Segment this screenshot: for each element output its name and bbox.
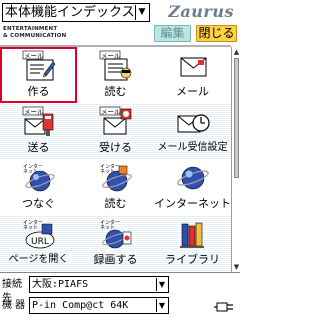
device-row: 機 器 P-in Comp@ct 64K ▼ [2, 297, 238, 315]
internet-globe-icon [176, 166, 209, 190]
internet-cell[interactable]: インターネット [154, 159, 231, 215]
function-grid: メール 作る メール 読む メール メール 送る メール 受ける メール受信設定… [0, 47, 231, 272]
cell-label: 読む [104, 197, 127, 210]
mail-send-cell[interactable]: メール 送る [0, 103, 77, 159]
mail-read-icon: メール [99, 50, 131, 81]
internet-open-url-icon: インター ネット URL [23, 219, 54, 249]
cell-label: メール [176, 85, 209, 98]
connection-select-value: 大阪:PIAFS [32, 279, 89, 290]
svg-text:メール: メール [101, 108, 121, 116]
mail-receive-settings-icon [177, 114, 210, 133]
connection-select[interactable]: 大阪:PIAFS ▼ [29, 276, 169, 293]
cell-label: ページを開く [8, 254, 69, 265]
internet-read-cell[interactable]: インター ネット 読む [77, 159, 154, 215]
cell-label: 送る [27, 141, 50, 154]
library-cell[interactable]: ライブラリ [154, 215, 231, 271]
cell-label: 作る [27, 85, 50, 98]
internet-open-url-cell[interactable]: インター ネット URL ページを開く [0, 215, 77, 271]
internet-connect-cell[interactable]: インター ネット つなぐ [0, 159, 77, 215]
grid-row: インター ネット URL ページを開く インター ネット 録画する ライブラリ [0, 215, 231, 271]
cell-label: メール受信設定 [157, 142, 228, 153]
svg-text:メール: メール [24, 52, 44, 60]
svg-text:URL: URL [31, 237, 49, 247]
mail-send-icon: メール [22, 106, 53, 136]
tagline-line-2: & COMMUNICATION [3, 33, 67, 39]
mail-envelope-icon [180, 57, 206, 77]
grid-row: インター ネット つなぐ インター ネット 読む インターネット [0, 159, 231, 215]
brand-tagline: ENTERTAINMENT & COMMUNICATION [3, 26, 66, 40]
grid-row: メール 送る メール 受ける メール受信設定 [0, 103, 231, 159]
cell-label: インターネット [154, 197, 231, 210]
footer: 接続先 大阪:PIAFS ▼ 機 器 P-in Comp@ct 64K ▼ [0, 272, 240, 320]
connection-row: 接続先 大阪:PIAFS ▼ [2, 276, 238, 304]
brand-logo: Zaurus [168, 2, 234, 21]
cell-label: 読む [104, 85, 127, 98]
mail-read-cell[interactable]: メール 読む [77, 47, 154, 103]
scroll-down-arrow-icon[interactable]: ▼ [233, 263, 240, 271]
mail-receive-icon: メール [99, 106, 131, 135]
dropdown-arrow-icon[interactable]: ▼ [135, 5, 148, 20]
internet-read-icon: インター ネット [100, 163, 132, 192]
mail-compose-cell[interactable]: メール 作る [0, 47, 77, 103]
device-select-value: P-in Comp@ct 64K [32, 300, 129, 311]
index-select[interactable]: 本体機能インデックス ▼ [2, 3, 150, 22]
library-books-icon [179, 222, 204, 248]
index-select-value: 本体機能インデックス [5, 5, 135, 20]
dropdown-arrow-icon[interactable]: ▼ [156, 278, 167, 291]
internet-record-cell[interactable]: インター ネット 録画する [77, 215, 154, 271]
internet-connect-icon: インター ネット [23, 163, 55, 192]
dropdown-arrow-icon[interactable]: ▼ [156, 299, 167, 312]
header: 本体機能インデックス ▼ Zaurus ENTERTAINMENT & COMM… [0, 0, 240, 46]
mail-receive-settings-cell[interactable]: メール受信設定 [154, 103, 231, 159]
device-select[interactable]: P-in Comp@ct 64K ▼ [29, 297, 169, 314]
scroll-up-arrow-icon[interactable]: ▲ [233, 48, 240, 56]
internet-record-icon: インター ネット [100, 219, 131, 249]
grid-row: メール 作る メール 読む メール [0, 47, 231, 103]
cell-label: ライブラリ [165, 253, 220, 266]
device-label: 機 器 [2, 300, 26, 311]
scroll-thumb[interactable] [234, 58, 239, 178]
edit-button[interactable]: 編集 [154, 25, 191, 42]
cell-label: つなぐ [22, 197, 55, 210]
svg-text:ネット: ネット [23, 225, 38, 231]
mail-compose-icon: メール [22, 50, 55, 81]
grid-scrollbar[interactable]: ▲ ▼ [231, 47, 240, 272]
tagline-line-1: ENTERTAINMENT [3, 26, 58, 32]
ac-plug-icon [214, 302, 233, 312]
mail-cell[interactable]: メール [154, 47, 231, 103]
cell-label: 録画する [93, 253, 138, 266]
svg-text:メール: メール [24, 108, 44, 116]
close-button[interactable]: 閉じる [196, 25, 237, 42]
cell-label: 受ける [99, 141, 132, 154]
mail-receive-cell[interactable]: メール 受ける [77, 103, 154, 159]
